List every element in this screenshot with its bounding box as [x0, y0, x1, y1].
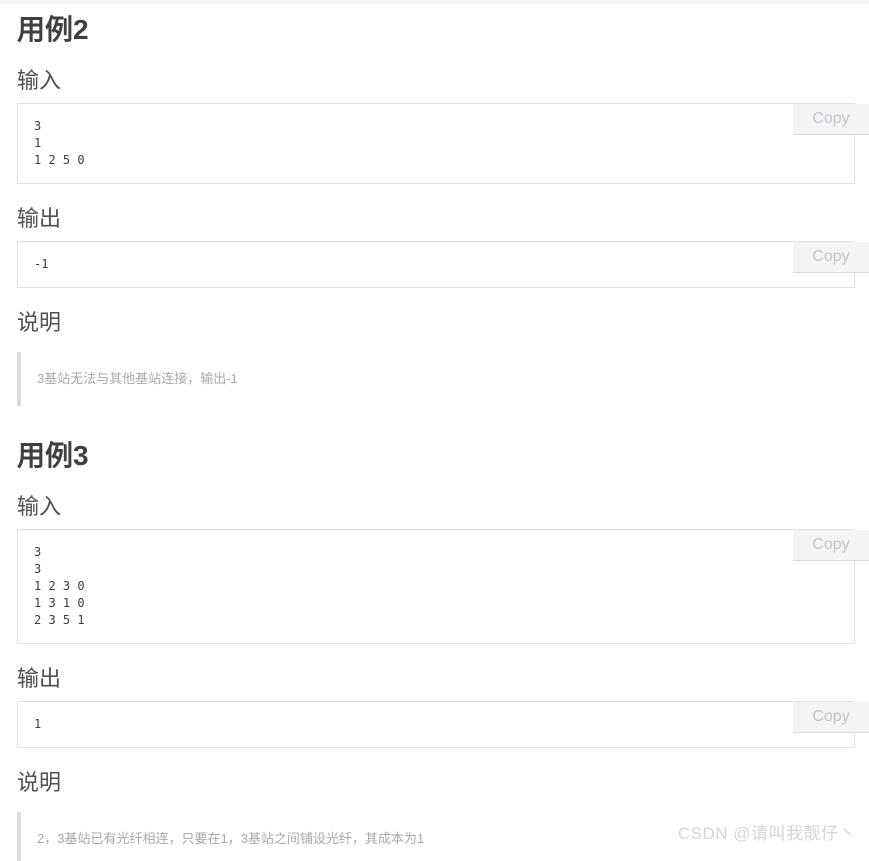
copy-button-output-2[interactable]: Copy — [793, 702, 869, 733]
page-title: 用例2 — [17, 14, 89, 45]
article-page: 用例2 输入 3 1 1 2 5 0 Copy 输出 -1 Copy 说明 3基… — [0, 0, 869, 861]
code-content-output-2[interactable]: 1 — [17, 701, 855, 748]
note-blockquote-1: 3基站无法与其他基站连接，输出-1 — [17, 352, 852, 406]
note-text-2: 2，3基站已有光纤相连，只要在1，3基站之间铺设光纤，其成本为1 — [37, 831, 425, 846]
section-heading-output-1: 输出 — [17, 206, 62, 231]
copy-button-output-1[interactable]: Copy — [793, 242, 869, 273]
code-content-output-1[interactable]: -1 — [17, 241, 855, 288]
copy-button-input-1[interactable]: Copy — [793, 104, 869, 135]
section-heading-output-2: 输出 — [17, 666, 62, 691]
copy-button-input-2[interactable]: Copy — [793, 530, 869, 561]
code-block-input-1: 3 1 1 2 5 0 Copy — [17, 103, 869, 184]
code-content-input-1[interactable]: 3 1 1 2 5 0 — [17, 103, 855, 184]
code-block-output-2: 1 Copy — [17, 701, 869, 748]
section-heading-note-1: 说明 — [17, 310, 62, 335]
note-text-1: 3基站无法与其他基站连接，输出-1 — [37, 371, 238, 386]
code-content-input-2[interactable]: 3 3 1 2 3 0 1 3 1 0 2 3 5 1 — [17, 529, 855, 644]
code-block-output-1: -1 Copy — [17, 241, 869, 288]
section-heading-input-1: 输入 — [17, 68, 62, 93]
article-content: 用例2 输入 3 1 1 2 5 0 Copy 输出 -1 Copy 说明 3基… — [0, 0, 869, 861]
page-title-2: 用例3 — [17, 440, 89, 471]
note-blockquote-2: 2，3基站已有光纤相连，只要在1，3基站之间铺设光纤，其成本为1 — [17, 812, 852, 861]
section-heading-input-2: 输入 — [17, 494, 62, 519]
code-block-input-2: 3 3 1 2 3 0 1 3 1 0 2 3 5 1 Copy — [17, 529, 869, 644]
section-heading-note-2: 说明 — [17, 770, 62, 795]
